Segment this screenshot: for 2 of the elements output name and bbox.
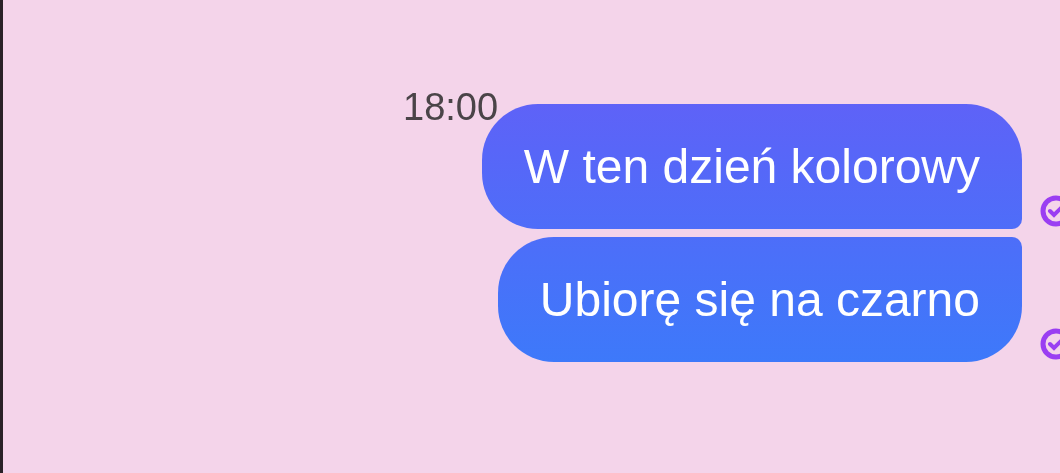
message-time: 18:00	[403, 86, 499, 128]
message-bubble: Ubiorę się na czarno	[497, 237, 1022, 362]
